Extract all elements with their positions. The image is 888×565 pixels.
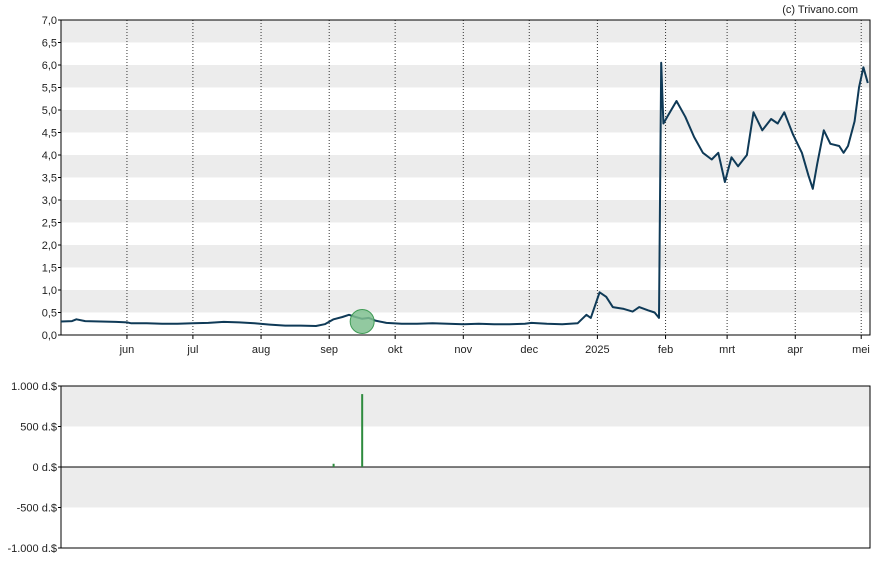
price-x-tick: okt — [388, 344, 403, 356]
price-band — [61, 20, 870, 43]
price-y-tick: 6,0 — [42, 60, 57, 72]
chart-canvas: 0,0 0,5 1,0 1,5 2,0 2,5 3,0 3,5 4,0 4,5 5,0 5,5 6,0 6… — [7, 4, 871, 555]
price-x-tick: nov — [454, 344, 472, 356]
volume-band — [61, 386, 870, 427]
volume-y-tick: 1.000 d.$ — [11, 381, 57, 393]
price-y-tick: 0,5 — [42, 308, 57, 320]
price-series-line — [60, 61, 869, 327]
price-y-tick: 3,0 — [42, 195, 57, 207]
volume-y-tick: 0 d.$ — [33, 462, 57, 474]
price-band — [61, 110, 870, 133]
price-y-tick: 6,5 — [42, 38, 57, 50]
price-y-tick: 4,0 — [42, 150, 57, 162]
price-band — [61, 245, 870, 268]
price-y-tick: 3,5 — [42, 173, 57, 185]
price-y-tick: 5,0 — [42, 105, 57, 117]
volume-chart: 1.000 d.$ 500 d.$ 0 d.$ -500 d.$ -1.000 d.$ — [7, 381, 871, 555]
price-band — [61, 65, 870, 88]
event-marker — [349, 309, 375, 334]
price-x-tick: sep — [320, 344, 338, 356]
price-band — [61, 155, 870, 178]
price-y-tick: 5,5 — [42, 83, 57, 95]
price-x-tick: dec — [520, 344, 538, 356]
price-x-tick: mrt — [719, 344, 735, 356]
price-x-tick: 2025 — [585, 344, 609, 356]
price-x-tick: jul — [186, 344, 198, 356]
price-x-tick: mei — [852, 344, 870, 356]
price-x-tick: jun — [119, 344, 135, 356]
price-y-axis: 0,0 0,5 1,0 1,5 2,0 2,5 3,0 3,5 4,0 4,5 5,0 5,5 6,0 6… — [42, 15, 61, 342]
volume-bar — [332, 463, 335, 467]
volume-band — [61, 467, 870, 508]
price-x-tick: feb — [658, 344, 673, 356]
volume-grid-bands — [61, 386, 870, 508]
price-y-tick: 4,5 — [42, 128, 57, 140]
price-band — [61, 290, 870, 313]
price-y-tick: 0,0 — [42, 330, 57, 342]
volume-y-tick: -500 d.$ — [17, 503, 57, 515]
price-y-tick: 2,5 — [42, 218, 57, 230]
credit-text: (c) Trivano.com — [782, 4, 858, 16]
price-band — [61, 200, 870, 223]
price-y-tick: 1,5 — [42, 263, 57, 275]
price-grid-bands — [61, 20, 870, 313]
volume-y-axis: 1.000 d.$ 500 d.$ 0 d.$ -500 d.$ -1.000 d.$ — [7, 381, 61, 555]
volume-y-tick: 500 d.$ — [20, 422, 57, 434]
price-x-axis: jun jul aug sep okt nov dec 2025 feb mrt apr mei — [119, 335, 870, 356]
price-y-tick: 2,0 — [42, 240, 57, 252]
volume-y-tick: -1.000 d.$ — [7, 543, 57, 555]
price-y-tick: 7,0 — [42, 15, 57, 27]
price-chart: 0,0 0,5 1,0 1,5 2,0 2,5 3,0 3,5 4,0 4,5 5,0 5,5 6,0 6… — [42, 15, 871, 356]
price-x-tick: apr — [787, 344, 803, 356]
price-y-tick: 1,0 — [42, 285, 57, 297]
price-x-tick: aug — [252, 344, 270, 356]
volume-bar — [361, 394, 364, 467]
